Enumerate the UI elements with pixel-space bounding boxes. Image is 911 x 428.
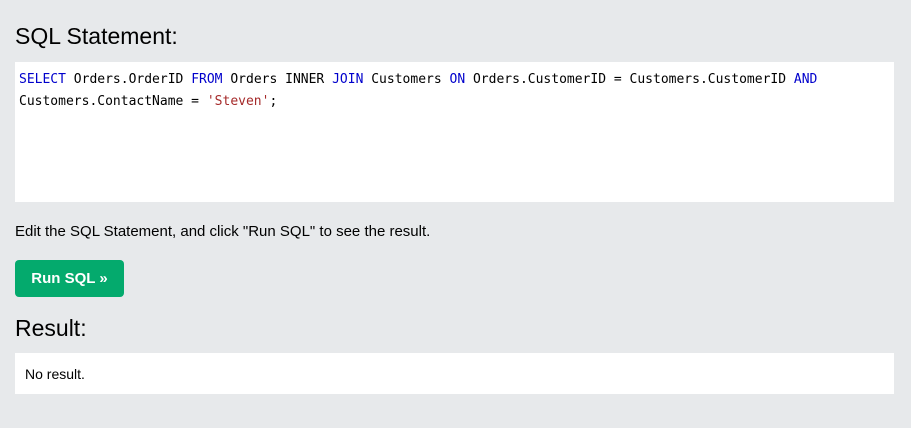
result-message: No result. [25, 366, 85, 382]
result-panel: No result. [15, 353, 894, 394]
sql-text: Customers.ContactName = [19, 94, 207, 109]
sql-keyword: ON [449, 72, 466, 87]
sql-keyword: AND [793, 72, 818, 87]
sql-text: ; [269, 94, 278, 109]
sql-text: Orders.CustomerID = Customers.CustomerID [465, 72, 794, 87]
sql-editor[interactable]: SELECT Orders.OrderID FROM Orders INNER … [15, 62, 894, 202]
sql-text: Orders.OrderID [65, 72, 192, 87]
sql-keyword: SELECT [19, 72, 66, 87]
sql-string-literal: 'Steven' [206, 94, 270, 109]
sql-keyword: JOIN [332, 72, 364, 87]
result-heading: Result: [15, 315, 87, 341]
instruction-text: Edit the SQL Statement, and click "Run S… [15, 223, 431, 240]
sql-keyword: FROM [191, 72, 223, 87]
run-sql-button[interactable]: Run SQL » [15, 260, 124, 297]
sql-text: Orders INNER [222, 72, 333, 87]
sql-statement-heading: SQL Statement: [15, 23, 178, 49]
sql-text: Customers [363, 72, 450, 87]
